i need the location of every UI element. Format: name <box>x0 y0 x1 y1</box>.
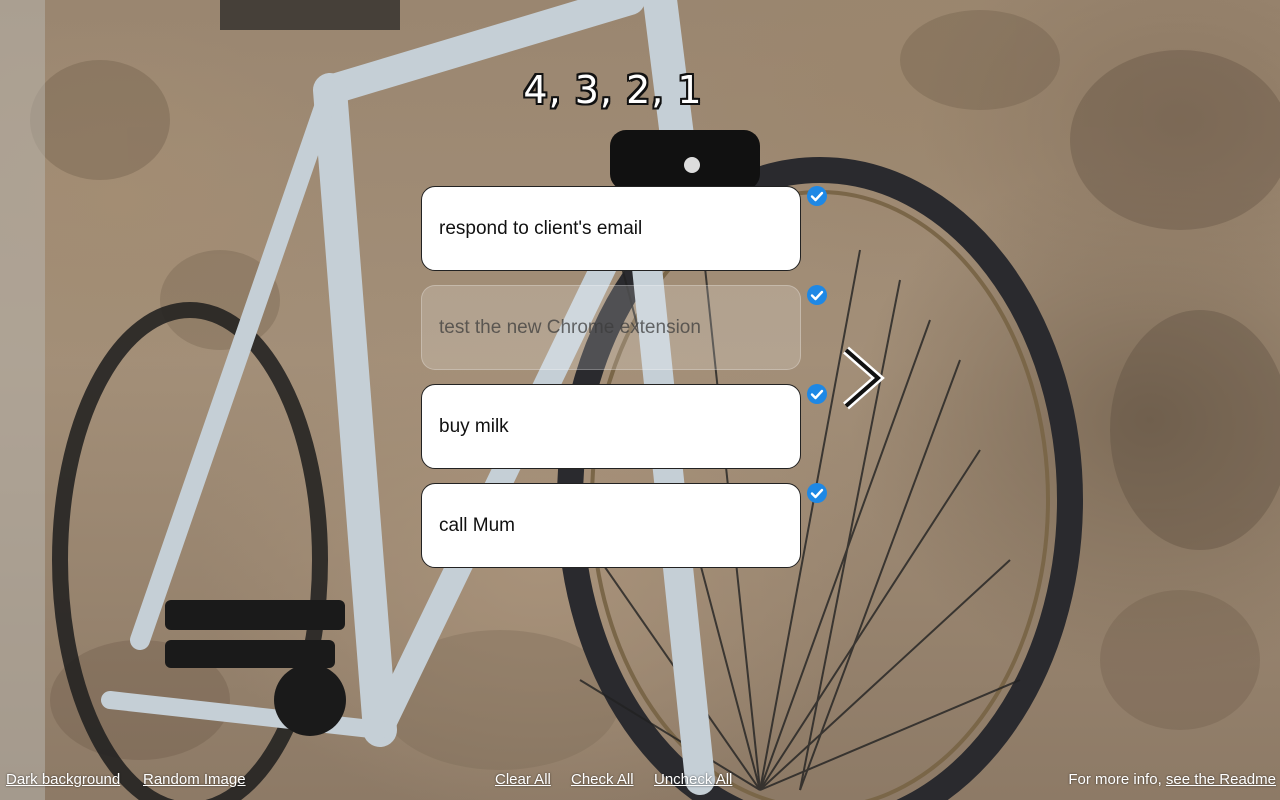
task-item: respond to client's email <box>421 186 841 273</box>
uncheck-all-link[interactable]: Uncheck All <box>654 771 732 788</box>
check-circle-icon[interactable] <box>807 285 827 305</box>
readme-link[interactable]: see the Readme <box>1166 771 1276 788</box>
dark-background-link[interactable]: Dark background <box>6 771 120 788</box>
check-circle-icon[interactable] <box>807 483 827 503</box>
check-all-link[interactable]: Check All <box>571 771 634 788</box>
task-list: respond to client's email test the new C… <box>421 186 841 582</box>
clear-all-link[interactable]: Clear All <box>495 771 551 788</box>
check-circle-icon[interactable] <box>807 186 827 206</box>
task-card[interactable]: test the new Chrome extension <box>421 285 801 370</box>
task-text: test the new Chrome extension <box>439 316 701 338</box>
chevron-right-icon[interactable] <box>838 346 886 410</box>
task-text: respond to client's email <box>439 217 643 239</box>
task-text: buy milk <box>439 415 509 437</box>
task-item: buy milk <box>421 384 841 471</box>
info-prefix: For more info, <box>1068 771 1162 788</box>
random-image-link[interactable]: Random Image <box>143 771 246 788</box>
task-card[interactable]: respond to client's email <box>421 186 801 271</box>
countdown-heading: 4, 3, 2, 1 <box>523 68 703 112</box>
task-text: call Mum <box>439 514 516 536</box>
task-card[interactable]: call Mum <box>421 483 801 568</box>
task-item: call Mum <box>421 483 841 570</box>
readme-info: For more info, see the Readme <box>1068 771 1276 788</box>
check-circle-icon[interactable] <box>807 384 827 404</box>
task-item: test the new Chrome extension <box>421 285 841 372</box>
task-card[interactable]: buy milk <box>421 384 801 469</box>
